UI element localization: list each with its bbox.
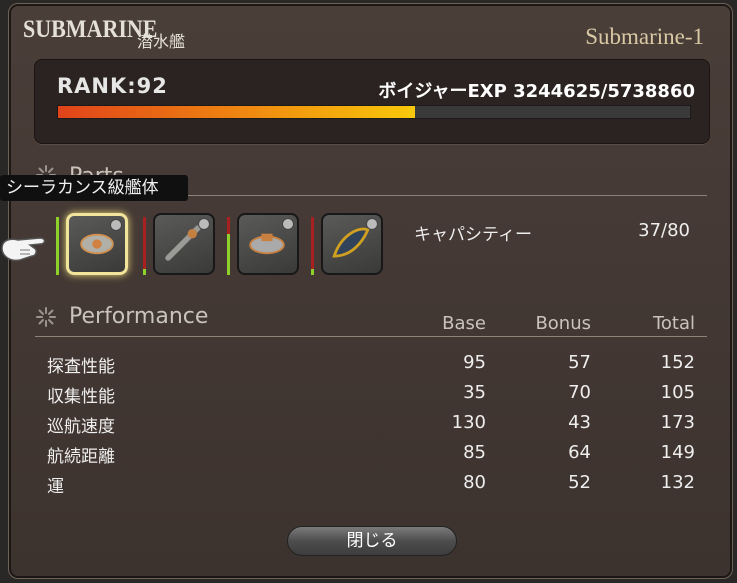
hull-part[interactable]	[66, 213, 128, 275]
stat-label: 探査性能	[47, 357, 115, 377]
status-dot	[110, 219, 122, 231]
status-dot	[366, 218, 378, 230]
bow-part[interactable]	[237, 213, 299, 275]
stat-label: 航続距離	[47, 447, 115, 467]
performance-divider	[35, 336, 707, 337]
stat-bonus: 43	[568, 412, 591, 433]
stat-base: 35	[463, 382, 486, 403]
stat-total: 105	[660, 382, 695, 403]
exp-bar	[57, 105, 691, 119]
column-base: Base	[442, 313, 486, 334]
window-title-jp: 潜水艦	[137, 32, 186, 51]
submarine-name: Submarine-1	[585, 24, 704, 49]
condition-bar	[311, 217, 314, 275]
submarine-window: SUBMARINE 潜水艦 Submarine-1 RANK:92 ボイジャーE…	[8, 3, 733, 579]
condition-bar	[56, 217, 59, 275]
stat-bonus: 57	[568, 352, 591, 373]
bridge-part[interactable]	[321, 213, 383, 275]
stat-bonus: 70	[568, 382, 591, 403]
stat-total: 132	[660, 472, 695, 493]
stat-total: 173	[660, 412, 695, 433]
performance-heading: Performance	[69, 304, 209, 329]
status-dot	[282, 218, 294, 230]
status-dot	[198, 218, 210, 230]
exp-bar-fill	[58, 106, 416, 118]
column-bonus: Bonus	[535, 313, 591, 334]
capacity-label: キャパシティー	[414, 225, 532, 245]
stat-base: 80	[463, 472, 486, 493]
stern-part[interactable]	[153, 213, 215, 275]
rank-panel: RANK:92 ボイジャーEXP 3244625/5738860	[34, 59, 710, 144]
exp-text: ボイジャーEXP 3244625/5738860	[378, 81, 695, 102]
condition-bar	[227, 217, 230, 275]
close-button[interactable]: 閉じる	[287, 526, 457, 556]
part-tooltip: シーラカンス級艦体	[0, 175, 188, 201]
stat-label: 収集性能	[47, 387, 115, 407]
sparkle-icon	[36, 307, 56, 327]
stat-base: 95	[463, 352, 486, 373]
stat-label: 運	[47, 477, 64, 497]
rank-label: RANK:92	[57, 74, 168, 98]
hand-pointer-icon	[1, 237, 46, 262]
stat-total: 152	[660, 352, 695, 373]
column-total: Total	[652, 313, 695, 334]
stat-total: 149	[660, 442, 695, 463]
capacity-value: 37/80	[638, 220, 690, 241]
stat-label: 巡航速度	[47, 417, 115, 437]
stat-base: 130	[451, 412, 486, 433]
condition-bar	[143, 217, 146, 275]
stat-bonus: 52	[568, 472, 591, 493]
stat-bonus: 64	[568, 442, 591, 463]
stat-base: 85	[463, 442, 486, 463]
